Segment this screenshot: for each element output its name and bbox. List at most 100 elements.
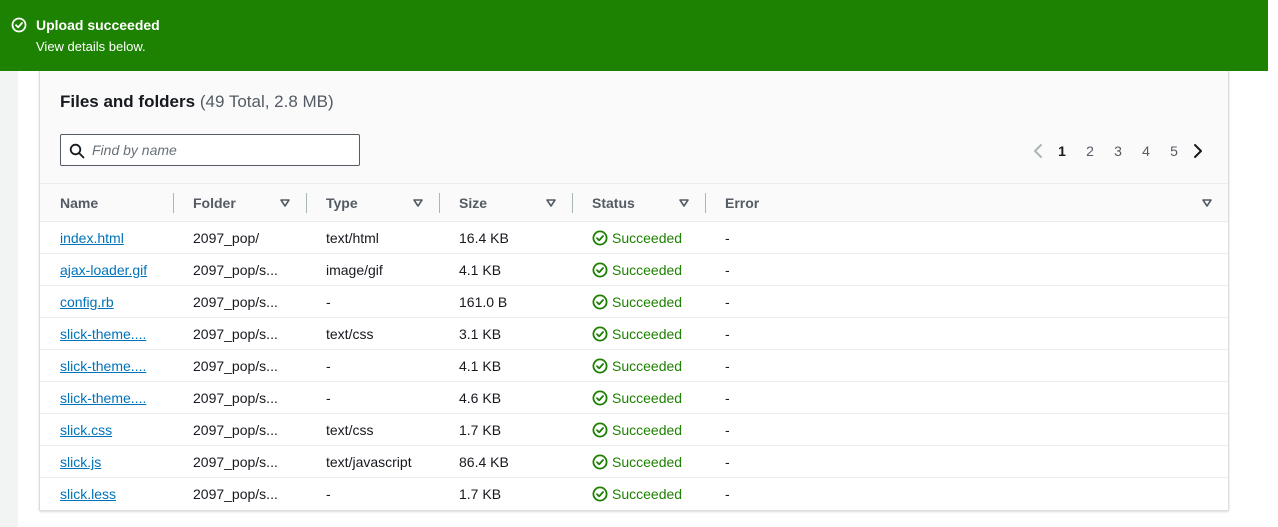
file-name-link[interactable]: slick-theme....	[60, 390, 146, 406]
cell-type: text/css	[326, 422, 374, 438]
chevron-left-icon	[1034, 144, 1042, 158]
cell-error: -	[725, 358, 730, 374]
status-text: Succeeded	[612, 454, 683, 470]
cell-name: slick.css	[60, 414, 170, 445]
file-name-link[interactable]: config.rb	[60, 294, 114, 310]
cell-type: -	[326, 390, 331, 406]
column-resizer[interactable]	[705, 193, 706, 213]
cell-folder: 2097_pop/s...	[193, 262, 278, 278]
cell-folder: 2097_pop/s...	[193, 358, 278, 374]
cell-name: config.rb	[60, 286, 170, 317]
scrollbar-track[interactable]	[1268, 0, 1278, 527]
status-text: Succeeded	[612, 390, 683, 406]
column-header-size[interactable]: Size	[459, 184, 569, 222]
previous-page-button[interactable]	[1028, 141, 1048, 161]
column-resizer[interactable]	[173, 193, 174, 213]
flash-description: View details below.	[36, 39, 146, 54]
page-5-button[interactable]: 5	[1160, 141, 1188, 161]
cell-size: 4.1 KB	[459, 262, 502, 278]
check-circle-icon	[11, 17, 27, 33]
column-header-folder[interactable]: Folder	[193, 184, 303, 222]
table-row: slick.less 2097_pop/s... - 1.7 KB Succeeded -	[40, 478, 1228, 510]
status-text: Succeeded	[612, 294, 683, 310]
cell-size: 4.6 KB	[459, 390, 502, 406]
chevron-right-icon	[1194, 144, 1202, 158]
status-text: Succeeded	[612, 358, 683, 374]
cell-type: image/gif	[326, 262, 383, 278]
file-name-link[interactable]: slick.css	[60, 422, 112, 438]
cell-error: -	[725, 390, 730, 406]
file-name-link[interactable]: index.html	[60, 230, 124, 246]
status-text: Succeeded	[612, 262, 683, 278]
cell-error: -	[725, 262, 730, 278]
page-4-button[interactable]: 4	[1132, 141, 1160, 161]
cell-type: text/javascript	[326, 454, 412, 470]
page-1-button[interactable]: 1	[1048, 141, 1076, 161]
cell-size: 86.4 KB	[459, 454, 509, 470]
cell-status: Succeeded	[592, 350, 712, 381]
column-header-error[interactable]: Error	[725, 184, 1215, 222]
table-row: index.html 2097_pop/text/html 16.4 KB Succe…	[40, 222, 1228, 254]
cell-status: Succeeded	[592, 446, 712, 477]
column-label-type: Type	[326, 195, 358, 211]
page-2-button[interactable]: 2	[1076, 141, 1104, 161]
file-name-link[interactable]: slick-theme....	[60, 326, 146, 342]
column-resizer[interactable]	[439, 193, 440, 213]
table-row: slick-theme.... 2097_pop/s... text/css 3.1 …	[40, 318, 1228, 350]
file-name-link[interactable]: slick-theme....	[60, 358, 146, 374]
status-success-icon	[592, 326, 608, 342]
next-page-button[interactable]	[1188, 141, 1208, 161]
cell-status: Succeeded	[592, 382, 712, 413]
cell-status: Succeeded	[592, 414, 712, 445]
table-body: index.html 2097_pop/text/html 16.4 KB Succe…	[40, 222, 1228, 510]
file-name-link[interactable]: slick.js	[60, 454, 101, 470]
table-row: slick.css 2097_pop/s... text/css 1.7 KB Succ…	[40, 414, 1228, 446]
cell-type: -	[326, 294, 331, 310]
cell-error: -	[725, 230, 730, 246]
cell-status: Succeeded	[592, 254, 712, 285]
status-success-icon	[592, 230, 608, 246]
cell-folder: 2097_pop/s...	[193, 454, 278, 470]
column-label-status: Status	[592, 195, 635, 211]
search-input[interactable]	[92, 140, 347, 160]
cell-error: -	[725, 454, 730, 470]
table-row: config.rb 2097_pop/s... - 161.0 B Succeeded -	[40, 286, 1228, 318]
cell-size: 4.1 KB	[459, 358, 502, 374]
cell-status: Succeeded	[592, 222, 712, 253]
column-label-size: Size	[459, 195, 488, 211]
page-container: Files and folders (49 Total, 2.8 MB) 1 2…	[18, 71, 1268, 527]
column-header-type[interactable]: Type	[326, 184, 436, 222]
status-success-icon	[592, 294, 608, 310]
cell-size: 3.1 KB	[459, 326, 502, 342]
page-3-button[interactable]: 3	[1104, 141, 1132, 161]
column-header-status[interactable]: Status	[592, 184, 702, 222]
column-label-name: Name	[60, 195, 99, 211]
column-resizer[interactable]	[306, 193, 307, 213]
cell-name: slick-theme....	[60, 382, 170, 413]
cell-size: 161.0 B	[459, 294, 508, 310]
cell-name: ajax-loader.gif	[60, 254, 170, 285]
cell-name: slick.less	[60, 478, 170, 509]
file-name-link[interactable]: slick.less	[60, 486, 116, 502]
flash-title: Upload succeeded	[36, 17, 160, 33]
table-row: slick.js 2097_pop/s... text/javascript 86.4…	[40, 446, 1228, 478]
column-label-folder: Folder	[193, 195, 236, 211]
status-text: Succeeded	[612, 486, 683, 502]
cell-folder: 2097_pop/s...	[193, 326, 278, 342]
column-label-error: Error	[725, 195, 760, 211]
column-header-name[interactable]: Name	[60, 184, 170, 222]
pagination: 1 2 3 4 5	[1028, 141, 1208, 161]
status-text: Succeeded	[612, 422, 683, 438]
cell-folder: 2097_pop/s...	[193, 422, 278, 438]
cell-error: -	[725, 294, 730, 310]
search-field[interactable]	[60, 134, 360, 166]
cell-size: 16.4 KB	[459, 230, 509, 246]
cell-name: index.html	[60, 222, 170, 253]
table-row: slick-theme.... 2097_pop/s... - 4.6 KB Succe…	[40, 382, 1228, 414]
cell-type: text/css	[326, 326, 374, 342]
column-resizer[interactable]	[572, 193, 573, 213]
cell-name: slick-theme....	[60, 350, 170, 381]
cell-type: -	[326, 358, 331, 374]
status-text: Succeeded	[612, 230, 683, 246]
file-name-link[interactable]: ajax-loader.gif	[60, 262, 147, 278]
